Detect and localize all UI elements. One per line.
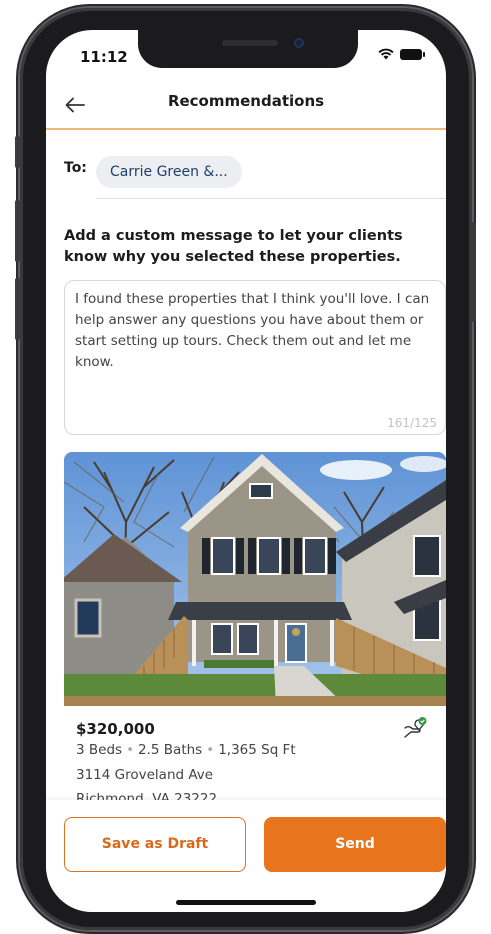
message-text: I found these properties that I think yo… — [75, 291, 430, 370]
to-label: To: — [64, 160, 87, 176]
status-time: 11:12 — [80, 48, 128, 66]
wifi-icon — [378, 48, 394, 60]
notch — [138, 30, 358, 68]
status-icons — [378, 48, 425, 60]
battery-icon — [400, 48, 425, 60]
listing-address: 3114 Groveland Ave — [76, 767, 214, 783]
app-header: Recommendations — [46, 80, 446, 130]
bottom-action-bar: Save as Draft Send — [46, 800, 446, 912]
listing-baths: 2.5 Baths — [138, 742, 203, 758]
recipient-chip[interactable]: Carrie Green &... — [96, 156, 242, 188]
send-button[interactable]: Send — [264, 817, 446, 872]
save-draft-button[interactable]: Save as Draft — [64, 817, 246, 872]
spec-separator: • — [126, 742, 135, 758]
listing-sqft: 1,365 Sq Ft — [218, 742, 296, 758]
recipient-divider — [96, 198, 446, 199]
spec-separator: • — [206, 742, 215, 758]
message-textarea[interactable]: I found these properties that I think yo… — [64, 280, 446, 435]
front-camera — [294, 38, 304, 48]
listing-photo[interactable] — [64, 452, 446, 706]
volume-up-button — [15, 200, 20, 262]
power-button — [471, 222, 476, 322]
message-prompt: Add a custom message to let your clients… — [64, 228, 403, 265]
recommend-hand-icon[interactable] — [402, 716, 428, 742]
mute-switch — [15, 136, 20, 168]
speaker-grille — [222, 40, 278, 46]
listing-specs: 3 Beds • 2.5 Baths • 1,365 Sq Ft — [76, 742, 296, 758]
listing-price: $320,000 — [76, 720, 155, 738]
listing-beds: 3 Beds — [76, 742, 123, 758]
phone-screen: 11:12 Recommendations To: Carrie Green &… — [46, 30, 446, 912]
volume-down-button — [15, 278, 20, 340]
page-title: Recommendations — [167, 92, 325, 110]
character-counter: 161/125 — [387, 416, 437, 430]
home-indicator[interactable] — [176, 900, 316, 905]
house-photo-illustration — [64, 452, 446, 706]
